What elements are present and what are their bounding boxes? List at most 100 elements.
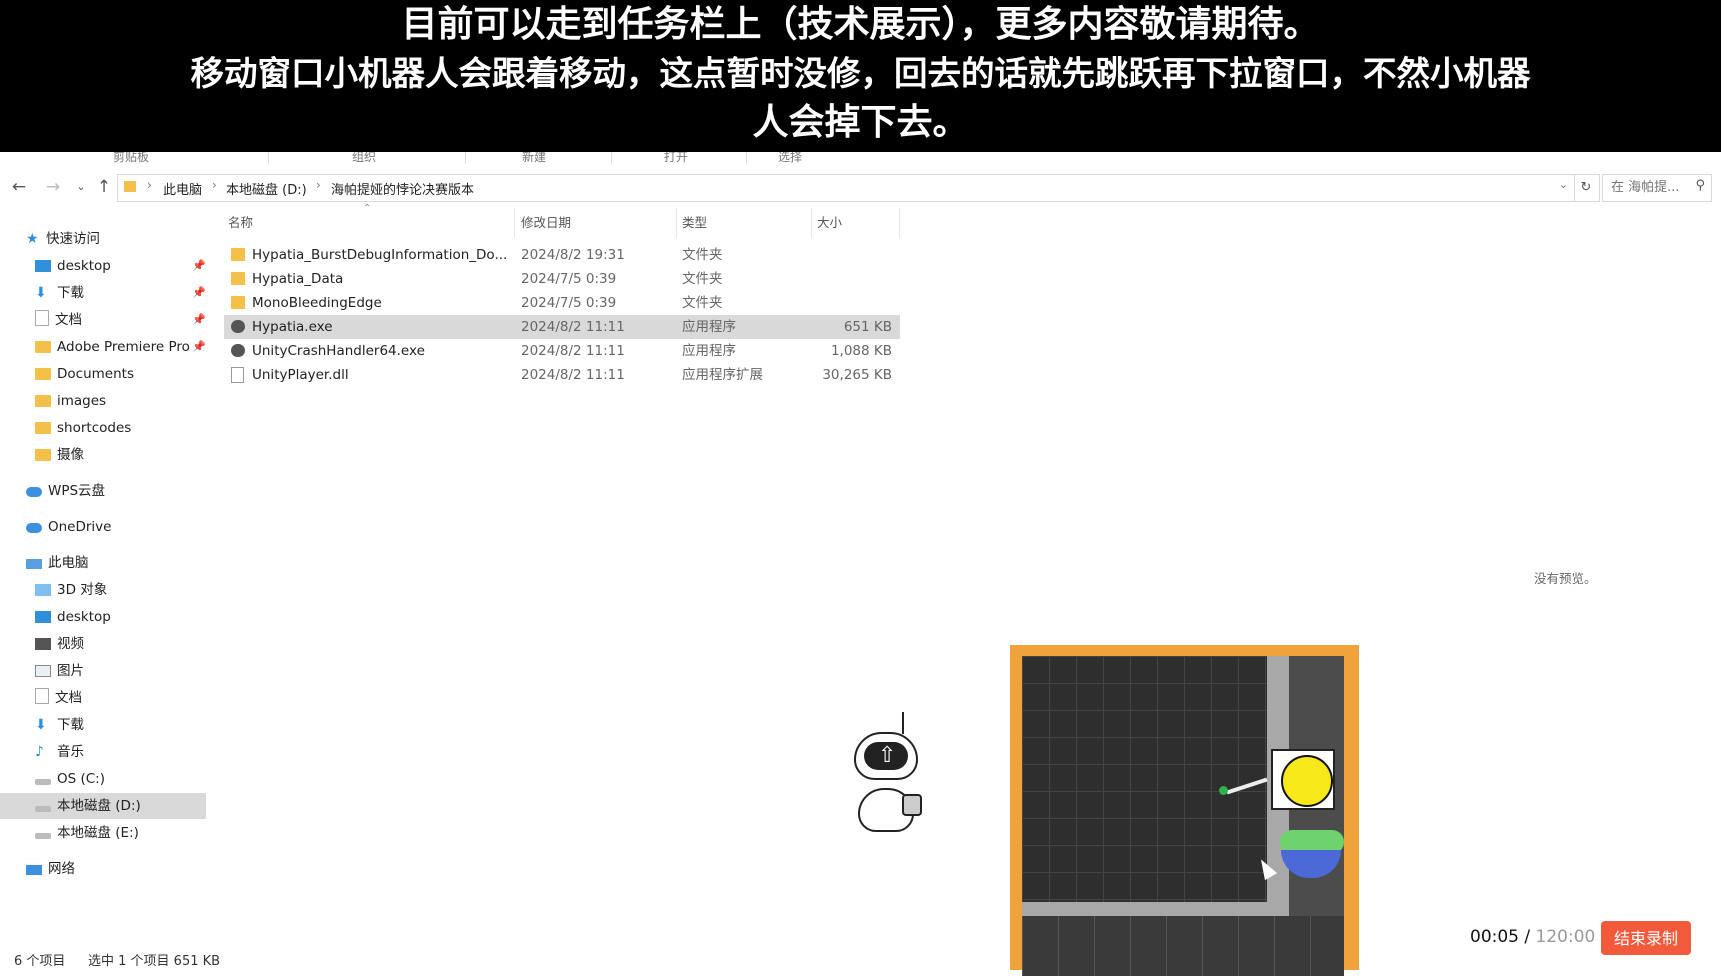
breadcrumb-chevron-icon[interactable]: › xyxy=(212,178,217,192)
ribbon-group-select: 选择 xyxy=(778,152,803,164)
address-dropdown-icon[interactable]: ⌄ xyxy=(1559,178,1568,191)
address-bar[interactable]: › 此电脑 › 本地磁盘 (D:) › 海帕提娅的悖论决赛版本 ⌄ xyxy=(117,174,1575,202)
sidebar-item-shortcodes[interactable]: shortcodes xyxy=(35,415,206,441)
sidebar-item-pc-documents[interactable]: 文档 xyxy=(35,685,206,711)
folder-icon xyxy=(231,272,245,285)
sidebar-item-network[interactable]: 网络 xyxy=(26,856,206,882)
column-header-name[interactable]: 名称 xyxy=(228,212,253,231)
drive-icon xyxy=(35,833,51,839)
stop-recording-button[interactable]: 结束录制 xyxy=(1601,921,1691,955)
corridor-horizontal xyxy=(1022,902,1289,916)
3d-objects-icon xyxy=(35,584,51,596)
sidebar-item-pc-downloads[interactable]: ⬇ 下载 xyxy=(35,712,206,738)
search-input[interactable] xyxy=(1609,179,1691,196)
caption-line-1: 目前可以走到任务栏上（技术展示），更多内容敬请期待。 xyxy=(401,4,1320,45)
folder-icon xyxy=(35,341,51,353)
robot-character[interactable]: ⇧ xyxy=(852,712,924,836)
sidebar-item-music[interactable]: ♪ 音乐 xyxy=(35,739,206,765)
desktop-folder-icon xyxy=(35,611,51,623)
sidebar-item-drive-c[interactable]: OS (C:) xyxy=(35,766,206,792)
search-box[interactable]: ⚲ xyxy=(1602,174,1712,202)
document-icon xyxy=(35,688,49,704)
breadcrumb-current-folder[interactable]: 海帕提娅的悖论决赛版本 xyxy=(331,179,474,198)
video-icon xyxy=(35,638,51,650)
picture-icon xyxy=(35,665,51,677)
search-icon[interactable]: ⚲ xyxy=(1695,178,1705,193)
sidebar-item-desktop[interactable]: desktop 📌 xyxy=(35,253,206,279)
download-icon: ⬇ xyxy=(35,285,47,301)
folder-icon xyxy=(231,248,245,261)
navigation-pane: ★ 快速访问 desktop 📌 ⬇ 下载 📌 文档 📌 Adobe Premiere P… xyxy=(0,222,206,942)
up-arrow-icon[interactable]: ↑ xyxy=(93,175,115,199)
lever-knob[interactable] xyxy=(1219,786,1228,795)
preview-pane-message: 没有预览。 xyxy=(1534,571,1597,586)
pin-icon[interactable]: 📌 xyxy=(192,307,206,333)
sidebar-item-quick-access[interactable]: ★ 快速访问 xyxy=(26,226,206,252)
breadcrumb-drive-d[interactable]: 本地磁盘 (D:) xyxy=(226,179,307,198)
unity-exe-icon xyxy=(231,344,245,357)
game-window[interactable] xyxy=(1010,645,1359,976)
file-row[interactable]: Hypatia_BurstDebugInformation_Do... 2024… xyxy=(224,243,900,267)
floor-lower xyxy=(1022,916,1344,976)
sidebar-item-pictures[interactable]: 图片 xyxy=(35,658,206,684)
sidebar-item-pc-desktop[interactable]: desktop xyxy=(35,604,206,630)
back-arrow-icon[interactable]: ← xyxy=(8,175,30,199)
ribbon-group-new: 新建 xyxy=(522,152,547,164)
address-row: ← → ⌄ ↑ › 此电脑 › 本地磁盘 (D:) › 海帕提娅的悖论决赛版本 … xyxy=(0,171,1721,205)
sidebar-item-videos[interactable]: 视频 xyxy=(35,631,206,657)
onedrive-icon xyxy=(26,523,42,533)
pin-icon[interactable]: 📌 xyxy=(192,280,206,306)
sidebar-item-onedrive[interactable]: OneDrive xyxy=(26,514,206,540)
music-icon: ♪ xyxy=(35,744,44,760)
recording-elapsed: 00:05 xyxy=(1470,927,1519,947)
breadcrumb-chevron-icon[interactable]: › xyxy=(316,178,321,192)
sidebar-item-adobe-premiere[interactable]: Adobe Premiere Pro 📌 xyxy=(35,334,206,360)
dll-icon xyxy=(231,367,244,383)
sidebar-item-drive-d[interactable]: 本地磁盘 (D:) xyxy=(0,793,206,819)
ribbon-group-organize: 组织 xyxy=(352,152,377,164)
sidebar-item-drive-e[interactable]: 本地磁盘 (E:) xyxy=(35,820,206,846)
network-icon xyxy=(26,865,42,875)
column-header-size[interactable]: 大小 xyxy=(817,212,842,231)
tile-grid xyxy=(1022,656,1267,902)
breadcrumb-this-pc[interactable]: 此电脑 xyxy=(163,179,202,198)
selection-info: 选中 1 个项目 651 KB xyxy=(88,954,221,969)
file-row[interactable]: Hypatia_Data 2024/7/5 0:39 文件夹 xyxy=(224,267,900,291)
file-row-selected[interactable]: Hypatia.exe 2024/8/2 11:11 应用程序 651 KB xyxy=(224,315,900,339)
star-icon: ★ xyxy=(26,231,39,247)
column-header-date[interactable]: 修改日期 xyxy=(521,212,571,231)
sidebar-item-wps-cloud[interactable]: WPS云盘 xyxy=(26,478,206,504)
forward-arrow-icon[interactable]: → xyxy=(42,175,64,199)
up-arrow-icon: ⇧ xyxy=(878,743,897,768)
caption-banner: 目前可以走到任务栏上（技术展示），更多内容敬请期待。 移动窗口小机器人会跟着移动… xyxy=(0,0,1721,152)
sidebar-item-documents[interactable]: 文档 📌 xyxy=(35,307,206,333)
status-bar: 6 个项目 选中 1 个项目 651 KB xyxy=(0,946,400,970)
folder-icon xyxy=(35,422,51,434)
file-row[interactable]: UnityPlayer.dll 2024/8/2 11:11 应用程序扩展 30… xyxy=(224,363,900,387)
download-icon: ⬇ xyxy=(35,717,47,733)
document-icon xyxy=(35,310,49,326)
recording-total: 120:00 xyxy=(1535,927,1596,947)
column-header-type[interactable]: 类型 xyxy=(682,212,707,231)
sidebar-item-images[interactable]: images xyxy=(35,388,206,414)
robot-head: ⇧ xyxy=(854,732,918,780)
pin-icon[interactable]: 📌 xyxy=(192,253,206,279)
file-row[interactable]: UnityCrashHandler64.exe 2024/8/2 11:11 应… xyxy=(224,339,900,363)
folder-icon xyxy=(124,181,136,192)
pc-icon xyxy=(26,559,42,569)
sidebar-item-camera[interactable]: 摄像 xyxy=(35,442,206,468)
sidebar-item-3d-objects[interactable]: 3D 对象 xyxy=(35,577,206,603)
caption-line-2: 移动窗口小机器人会跟着移动，这点暂时没修，回去的话就先跳跃再下拉窗口，不然小机器 xyxy=(190,54,1531,93)
sidebar-item-this-pc[interactable]: 此电脑 xyxy=(26,550,206,576)
lamp-box xyxy=(1271,749,1335,810)
yellow-lamp-icon xyxy=(1281,755,1333,807)
refresh-icon[interactable]: ↻ xyxy=(1573,174,1600,202)
sort-ascending-icon: ⌃ xyxy=(363,203,372,214)
recent-locations-chevron-icon[interactable]: ⌄ xyxy=(70,175,92,199)
sidebar-item-documents-folder[interactable]: Documents xyxy=(35,361,206,387)
pin-icon[interactable]: 📌 xyxy=(192,334,206,360)
sidebar-item-downloads[interactable]: ⬇ 下载 📌 xyxy=(35,280,206,306)
file-row[interactable]: MonoBleedingEdge 2024/7/5 0:39 文件夹 xyxy=(224,291,900,315)
drive-icon xyxy=(35,779,51,785)
breadcrumb-chevron-icon[interactable]: › xyxy=(147,178,152,192)
